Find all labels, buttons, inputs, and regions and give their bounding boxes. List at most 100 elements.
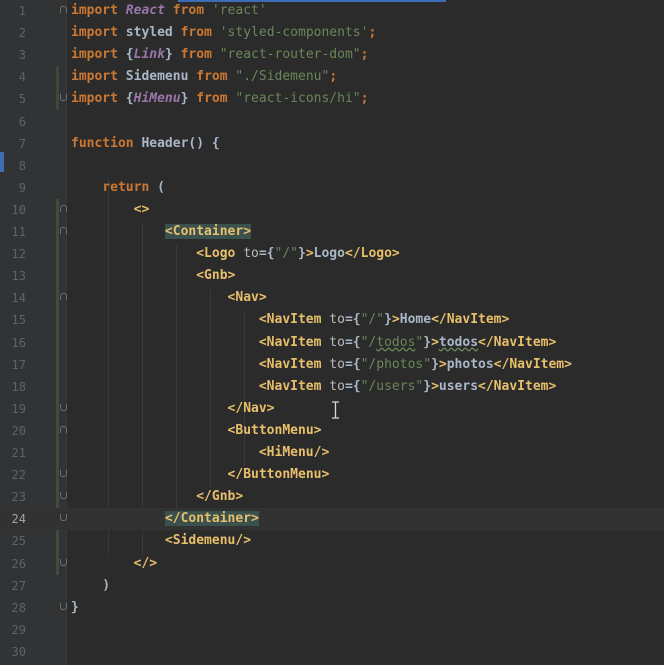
code-fold-icon[interactable]: [60, 470, 67, 478]
code-token: ={: [344, 378, 361, 394]
line-number: 14: [11, 291, 26, 306]
code-fold-icon[interactable]: [60, 492, 67, 500]
code-line[interactable]: 8: [0, 155, 664, 177]
code-token: }: [298, 246, 306, 262]
code-line[interactable]: 24 </Container>: [0, 508, 664, 531]
code-line[interactable]: 21 <HiMenu/>: [0, 442, 664, 464]
code-line[interactable]: 23 </Gnb>: [0, 486, 664, 508]
code-token: "./Sidemenu": [235, 69, 330, 85]
code-token: </NavItem>: [493, 356, 572, 372]
code-fold-icon[interactable]: [60, 293, 67, 301]
code-line[interactable]: 20 <ButtonMenu>: [0, 420, 664, 442]
line-number: 18: [11, 379, 26, 394]
line-number: 1: [18, 4, 26, 18]
code-line[interactable]: 26 </>: [0, 553, 664, 575]
code-line[interactable]: 16 <NavItem to={"/todos"}>todos</NavItem…: [0, 332, 664, 354]
code-line[interactable]: 13 <Gnb>: [0, 265, 664, 287]
code-token: to: [329, 356, 345, 372]
code-line[interactable]: 1 import React from 'react': [0, 0, 664, 22]
line-number: 13: [11, 269, 26, 284]
code-token: }: [423, 378, 432, 394]
code-line[interactable]: 3 import {Link} from "react-router-dom";: [0, 44, 664, 66]
code-fold-icon[interactable]: [60, 403, 67, 411]
code-line[interactable]: 12 <Logo to={"/"}>Logo</Logo>: [0, 243, 664, 265]
code-token: </>: [133, 555, 158, 571]
line-number: 30: [11, 644, 26, 659]
code-fold-icon[interactable]: [60, 204, 67, 212]
code-token: >: [438, 356, 447, 372]
code-line[interactable]: 27 ): [0, 575, 664, 597]
code-token: </NavItem>: [478, 378, 557, 394]
line-number: 11: [11, 225, 26, 239]
code-fold-icon[interactable]: [60, 425, 67, 433]
code-line[interactable]: 22 </ButtonMenu>: [0, 464, 664, 486]
code-fold-icon[interactable]: [60, 6, 67, 13]
code-area[interactable]: 1 import React from 'react' 2 import styled…: [0, 0, 664, 665]
code-text: <NavItem to={"/photos"}>photos</NavItem>: [71, 357, 572, 372]
code-line[interactable]: 25 <Sidemenu/>: [0, 530, 664, 552]
code-text: <>: [71, 202, 150, 217]
code-token: }: [164, 47, 181, 63]
code-token: </NavItem>: [431, 312, 510, 328]
code-text: import {Link} from "react-router-dom";: [71, 47, 368, 62]
code-token: }: [384, 312, 392, 328]
code-text: <Nav>: [71, 290, 267, 305]
code-token: <Logo: [196, 246, 244, 262]
line-number: 6: [18, 114, 26, 129]
code-token: HiMenu: [133, 91, 181, 107]
code-line[interactable]: 14 <Nav>: [0, 287, 664, 309]
code-token: "react-icons/hi": [235, 91, 361, 107]
line-number: 4: [18, 70, 26, 85]
code-text: <Logo to={"/"}>Logo</Logo>: [71, 246, 400, 261]
code-token: "/users": [360, 378, 424, 394]
code-editor[interactable]: 1 import React from 'react' 2 import styled…: [0, 0, 664, 665]
code-text: return (: [71, 180, 165, 195]
code-token: Logo: [313, 246, 345, 262]
code-line[interactable]: 9 return (: [0, 177, 664, 199]
code-token: import: [71, 25, 126, 41]
code-text: <NavItem to={"/todos"}>todos</NavItem>: [71, 335, 556, 350]
code-token: </ButtonMenu>: [227, 467, 330, 483]
code-line[interactable]: 10 <>: [0, 199, 664, 221]
code-token: <NavItem: [258, 312, 330, 328]
code-fold-icon[interactable]: [60, 602, 67, 610]
code-token: }: [71, 599, 79, 615]
code-text: function Header() {: [71, 136, 220, 151]
code-line[interactable]: 2 import styled from 'styled-components';: [0, 22, 664, 44]
code-token: </Nav>: [227, 400, 275, 416]
code-token: users: [438, 378, 479, 394]
line-number: 5: [18, 92, 26, 107]
code-line[interactable]: 4 import Sidemenu from "./Sidemenu";: [0, 66, 664, 88]
code-line[interactable]: 29: [0, 619, 664, 641]
code-line[interactable]: 5 import {HiMenu} from "react-icons/hi";: [0, 88, 664, 110]
code-token: ;: [368, 25, 377, 41]
code-line[interactable]: 15 <NavItem to={"/"}>Home</NavItem>: [0, 309, 664, 331]
code-fold-icon[interactable]: [60, 558, 67, 566]
code-line[interactable]: 18 <NavItem to={"/users"}>users</NavItem…: [0, 376, 664, 398]
code-token: <HiMenu/>: [258, 445, 330, 460]
code-line[interactable]: 17 <NavItem to={"/photos"}>photos</NavIt…: [0, 354, 664, 376]
code-token: from: [180, 25, 220, 41]
code-line[interactable]: 11 <Container>: [0, 221, 664, 243]
code-token: <Gnb>: [196, 268, 236, 284]
code-token: ={: [258, 246, 275, 262]
code-fold-icon[interactable]: [60, 94, 67, 102]
code-text: </>: [71, 556, 157, 571]
line-number: 21: [11, 446, 26, 460]
line-number: 10: [11, 202, 26, 217]
code-fold-icon[interactable]: [60, 227, 67, 234]
code-fold-icon[interactable]: [60, 514, 67, 522]
code-line[interactable]: 7 function Header() {: [0, 133, 664, 155]
code-token: {: [125, 91, 134, 107]
code-token: </NavItem>: [478, 334, 557, 350]
code-line[interactable]: 30: [0, 641, 664, 663]
code-line[interactable]: 6: [0, 111, 664, 133]
code-token: function: [71, 135, 142, 151]
code-line[interactable]: 28}: [0, 597, 664, 619]
code-token: </Logo>: [344, 246, 400, 262]
code-text: </Container>: [71, 511, 259, 527]
code-token: "/": [360, 312, 385, 328]
